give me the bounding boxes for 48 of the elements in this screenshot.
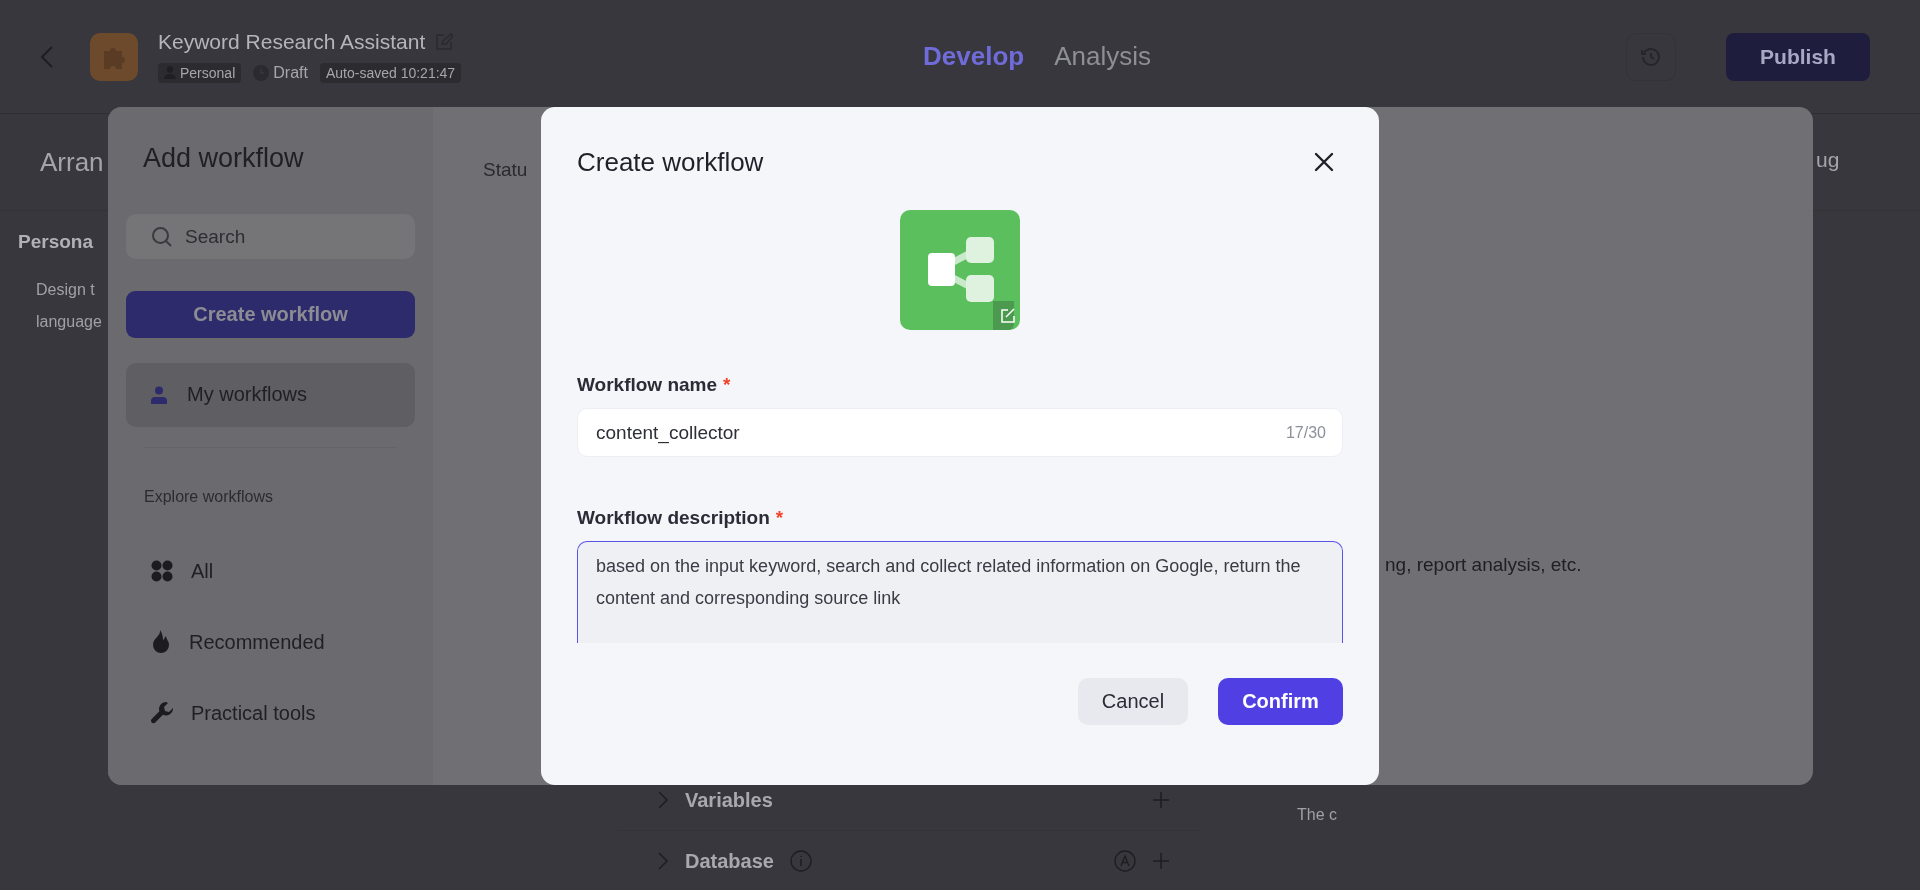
mode-tab[interactable]: Analysis — [1054, 41, 1151, 72]
chevron-icon[interactable] — [657, 790, 669, 810]
app-icon — [90, 32, 138, 81]
close-button[interactable] — [1312, 150, 1336, 174]
grid-icon — [151, 560, 173, 583]
info-icon — [789, 850, 812, 872]
category-item[interactable]: All — [126, 535, 415, 607]
workflow-description-text: ng, report analysis, etc. — [1385, 554, 1582, 576]
chevron-icon[interactable] — [657, 851, 669, 871]
field-label: Workflow description — [577, 507, 770, 529]
cancel-button[interactable]: Cancel — [1078, 678, 1188, 725]
create-workflow-button[interactable]: Create workflow — [126, 291, 415, 338]
panel-title: Variables — [685, 788, 773, 812]
plus-icon[interactable] — [1152, 852, 1170, 870]
persona-heading: Persona — [18, 231, 93, 253]
section-heading: Explore workflows — [144, 487, 274, 506]
modal-title: Add workflow — [143, 143, 305, 174]
debug-label: ug — [1816, 148, 1840, 172]
auto-icon[interactable] — [1114, 850, 1136, 872]
persona-text: Design t — [36, 281, 95, 299]
status-label: Statu — [483, 159, 528, 181]
status-tag: Draft — [247, 61, 314, 84]
wrench-icon — [151, 702, 173, 725]
person-icon — [151, 385, 167, 404]
plus-icon[interactable] — [1152, 791, 1170, 809]
publish-button[interactable]: Publish — [1726, 32, 1870, 81]
mode-tab[interactable]: Develop — [923, 41, 1025, 72]
panel-note: The c — [1297, 806, 1337, 824]
description-field[interactable]: based on the input keyword, search and collect related information on Google, return the content and corresponding source link — [577, 541, 1343, 643]
search-icon — [151, 225, 173, 248]
field-label: Workflow name — [577, 374, 718, 396]
scope-tag: Personal — [158, 62, 242, 83]
name-field[interactable]: content_collector 17/30 — [577, 408, 1343, 457]
confirm-button[interactable]: Confirm — [1218, 678, 1343, 725]
required-mark: * — [775, 507, 784, 529]
category-item[interactable]: Recommended — [126, 606, 415, 678]
dialog-title: Create workflow — [577, 147, 764, 178]
category-item[interactable]: Practical tools — [126, 677, 415, 749]
app-title: Keyword Research Assistant — [158, 29, 426, 54]
panel-title: Database — [685, 849, 774, 873]
search-field[interactable]: Search — [126, 214, 415, 260]
autosave-tag: Auto-saved 10:21:47 — [319, 62, 462, 83]
required-mark: * — [723, 374, 731, 396]
workflow-icon[interactable] — [900, 210, 1020, 330]
section-title: Arran — [40, 146, 104, 178]
persona-text: language — [36, 313, 102, 331]
my-workflows-item[interactable]: My workflows — [126, 362, 415, 427]
flame-icon — [151, 630, 171, 655]
